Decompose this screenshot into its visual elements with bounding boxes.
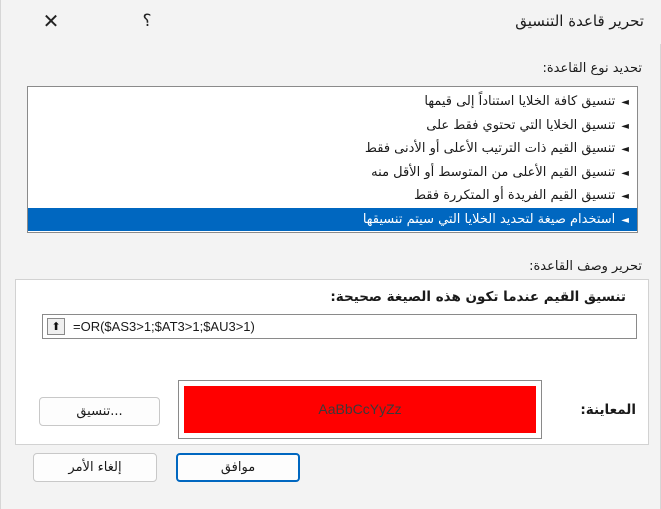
rule-type-item[interactable]: ◄ تنسيق القيم ذات الترتيب الأعلى أو الأدن… (28, 137, 637, 161)
rule-type-item-label: تنسيق الخلايا التي تحتوي فقط على (426, 117, 616, 133)
rule-description-label: تحرير وصف القاعدة: (529, 259, 642, 274)
rule-type-item-label: تنسيق القيم ذات الترتيب الأعلى أو الأدنى… (364, 141, 616, 156)
rule-type-item[interactable]: ◄ تنسيق كافة الخلايا استناداً إلى قيمها (28, 90, 637, 114)
arrow-left-icon: ◄ (621, 167, 629, 179)
rule-type-item-label: تنسيق القيم الفريدة أو المتكررة فقط (413, 188, 616, 203)
rule-type-item-label: تنسيق كافة الخلايا استناداً إلى قيمها (424, 94, 616, 109)
arrow-left-icon: ◄ (621, 97, 629, 108)
formula-value[interactable]: =OR($AS3>1;$AT3>1;$AU3>1) (73, 319, 255, 334)
edit-formatting-rule-dialog: تحرير قاعدة التنسيق ؟ ✕ تحديد نوع القاعد… (0, 0, 661, 509)
formula-input[interactable]: ⬆ =OR($AS3>1;$AT3>1;$AU3>1) (42, 314, 637, 339)
rule-type-item-label: استخدام صيغة لتحديد الخلايا التي سيتم تن… (362, 211, 616, 227)
preview-frame: AaBbCcYyZz (178, 380, 542, 439)
arrow-left-icon: ◄ (621, 144, 629, 155)
formula-title: تنسيق القيم عندما تكون هذه الصيغة صحيحة: (330, 289, 626, 305)
rule-type-list[interactable]: ◄ تنسيق كافة الخلايا استناداً إلى قيمها ◄ ت… (27, 86, 638, 233)
rule-type-item[interactable]: ◄ تنسيق الخلايا التي تحتوي فقط على (28, 114, 637, 138)
dialog-title: تحرير قاعدة التنسيق (515, 12, 644, 30)
arrow-left-icon: ◄ (621, 191, 629, 202)
arrow-left-icon: ◄ (621, 120, 629, 132)
cancel-button[interactable]: إلغاء الأمر (33, 453, 157, 482)
rule-type-item[interactable]: ◄ استخدام صيغة لتحديد الخلايا التي سيتم ت… (28, 207, 637, 231)
close-icon[interactable]: ✕ (39, 9, 63, 33)
format-button[interactable]: تنسيق... (39, 397, 160, 426)
rule-type-item-label: تنسيق القيم الأعلى من المتوسط أو الأقل م… (371, 164, 616, 180)
rule-type-item[interactable]: ◄ تنسيق القيم الأعلى من المتوسط أو الأقل … (28, 161, 637, 185)
preview-label: المعاينة: (580, 402, 636, 418)
rule-type-label: تحديد نوع القاعدة: (542, 61, 642, 76)
title-bar: تحرير قاعدة التنسيق ؟ ✕ (1, 0, 661, 44)
ok-button[interactable]: موافق (176, 453, 300, 482)
rule-type-item[interactable]: ◄ تنسيق القيم الفريدة أو المتكررة فقط (28, 184, 637, 208)
preview-sample: AaBbCcYyZz (184, 386, 536, 433)
help-icon[interactable]: ؟ (137, 9, 157, 33)
arrow-left-icon: ◄ (621, 214, 629, 226)
upload-arrow-icon[interactable]: ⬆ (47, 318, 65, 335)
